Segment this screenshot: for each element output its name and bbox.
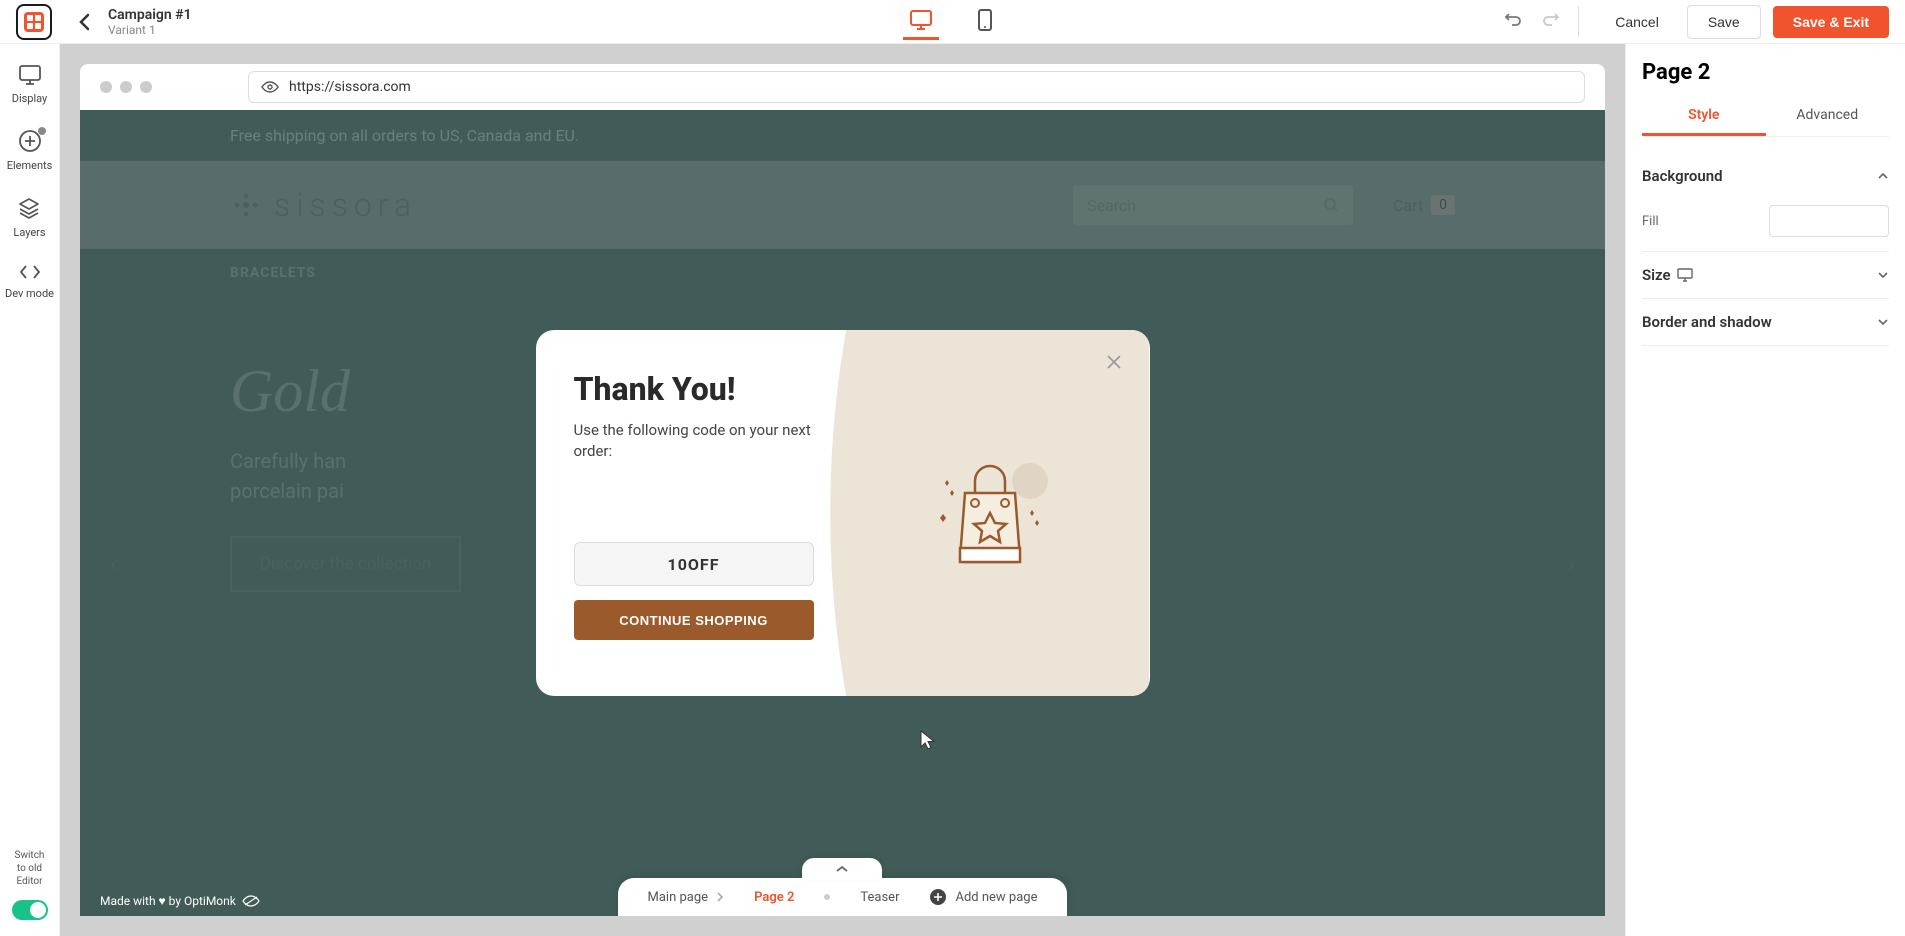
chevron-down-icon [1877, 271, 1889, 279]
campaign-title: Campaign #1 [108, 7, 192, 23]
cancel-button[interactable]: Cancel [1599, 6, 1675, 38]
url-bar[interactable]: https://sissora.com [248, 71, 1585, 103]
url-text: https://sissora.com [289, 79, 411, 95]
save-button[interactable]: Save [1687, 5, 1761, 39]
sidebar-elements-label: Elements [7, 159, 53, 172]
popup-coupon-code[interactable]: 10OFF [574, 542, 814, 586]
variant-label: Variant 1 [108, 23, 192, 37]
thank-you-popup[interactable]: Thank You! Use the following code on you… [536, 330, 1150, 696]
popup-close-button[interactable] [1106, 354, 1122, 374]
page-navigation: Main page Page 2 Teaser Add new page [618, 878, 1068, 916]
tab-style[interactable]: Style [1642, 97, 1766, 136]
page-nav-handle[interactable] [802, 858, 882, 880]
sidebar-devmode-label: Dev mode [5, 287, 54, 300]
chevron-down-icon [1877, 318, 1889, 326]
switch-editor-label: Switch to old Editor [15, 849, 45, 888]
accordion-background[interactable]: Background [1642, 167, 1889, 185]
mobile-device-button[interactable] [967, 4, 1003, 40]
chevron-right-icon [716, 891, 724, 903]
tab-advanced[interactable]: Advanced [1766, 97, 1890, 136]
page-nav-main[interactable]: Main page [648, 890, 725, 905]
sidebar-display-label: Display [12, 92, 48, 105]
shopping-bag-icon [920, 443, 1060, 583]
sidebar-layers[interactable]: Layers [13, 196, 45, 239]
fill-label: Fill [1642, 214, 1659, 229]
visibility-icon [242, 895, 260, 907]
separator-dot [824, 894, 830, 900]
made-with-label: Made with ♥ by OptiMonk [100, 894, 260, 908]
back-button[interactable] [72, 10, 96, 34]
popup-title[interactable]: Thank You! [574, 370, 831, 408]
sidebar-devmode[interactable]: Dev mode [5, 263, 54, 300]
panel-title: Page 2 [1642, 60, 1889, 85]
desktop-device-button[interactable] [903, 4, 939, 40]
chevron-up-icon [1877, 172, 1889, 180]
save-exit-button[interactable]: Save & Exit [1773, 6, 1889, 38]
desktop-icon [1677, 268, 1693, 282]
chevron-up-icon [835, 865, 849, 873]
add-icon [929, 888, 947, 906]
eye-icon [261, 81, 279, 93]
page-nav-add[interactable]: Add new page [929, 888, 1037, 906]
sidebar-layers-label: Layers [13, 226, 45, 239]
page-nav-teaser[interactable]: Teaser [860, 890, 899, 905]
traffic-lights [100, 81, 152, 93]
popup-continue-button[interactable]: CONTINUE SHOPPING [574, 600, 814, 640]
undo-button[interactable] [1498, 6, 1528, 37]
fill-input[interactable] [1769, 205, 1889, 237]
page-nav-page2[interactable]: Page 2 [754, 890, 794, 905]
sidebar-elements[interactable]: Elements [7, 129, 53, 172]
editor-toggle[interactable] [12, 900, 48, 920]
sidebar-display[interactable]: Display [12, 64, 48, 105]
accordion-size[interactable]: Size [1642, 266, 1889, 284]
accordion-border[interactable]: Border and shadow [1642, 313, 1889, 331]
app-logo[interactable] [16, 4, 52, 40]
redo-button[interactable] [1536, 6, 1566, 37]
popup-subtitle[interactable]: Use the following code on your next orde… [574, 420, 831, 462]
elements-badge-icon [38, 127, 46, 135]
